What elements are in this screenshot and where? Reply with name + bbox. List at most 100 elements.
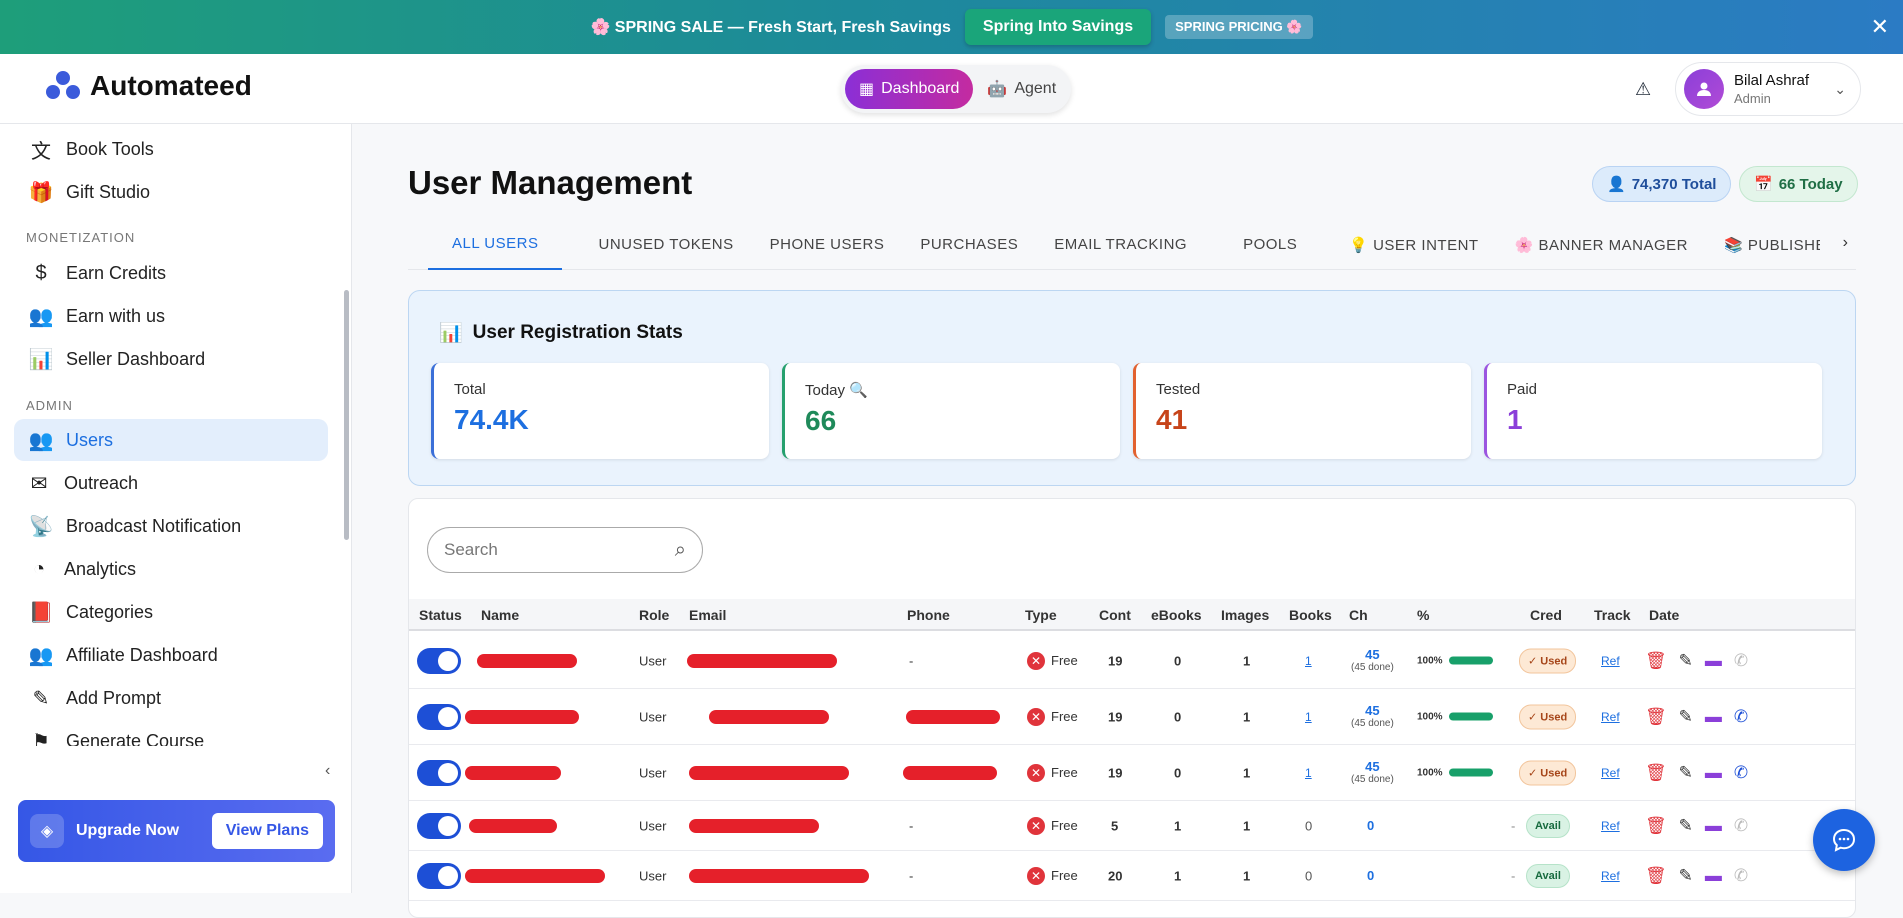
tab-all-users[interactable]: ALL USERS: [428, 220, 563, 270]
track-link[interactable]: Ref: [1601, 766, 1620, 780]
sidebar-item-affiliate[interactable]: 👥 Affiliate Dashboard: [14, 634, 328, 676]
trash-icon[interactable]: 🗑: [1645, 707, 1667, 727]
track-link[interactable]: Ref: [1601, 710, 1620, 724]
table-row: User - ✕ Free 19 0 1 1 45 (45 done) 100% ✓…: [409, 633, 1855, 689]
edit-icon[interactable]: ✎: [1679, 866, 1693, 886]
sidebar-item-gift-studio[interactable]: 🎁 Gift Studio: [14, 171, 328, 213]
edit-icon[interactable]: ✎: [1679, 816, 1693, 836]
col-ebooks[interactable]: eBooks: [1151, 607, 1202, 623]
books-link[interactable]: 1: [1305, 766, 1312, 780]
ch-cell[interactable]: 45 (45 done): [1351, 759, 1394, 787]
track-link[interactable]: Ref: [1601, 869, 1620, 883]
tab-email-tracking[interactable]: EMAIL TRACKING: [1054, 220, 1187, 270]
sidebar-scrollbar[interactable]: [344, 130, 349, 740]
tab-phone-users[interactable]: PHONE USERS: [770, 220, 885, 270]
col-name[interactable]: Name: [481, 607, 519, 623]
status-toggle[interactable]: [417, 812, 461, 839]
col-role[interactable]: Role: [639, 607, 669, 623]
name-redacted: [465, 765, 561, 780]
brand-logo[interactable]: Automateed: [46, 70, 252, 102]
tab-pools[interactable]: POOLS: [1243, 220, 1297, 270]
progress-cell: -: [1511, 818, 1516, 833]
tab-user-intent[interactable]: 💡 USER INTENT: [1349, 220, 1478, 270]
col-images[interactable]: Images: [1221, 607, 1269, 623]
col-cred[interactable]: Cred: [1530, 607, 1562, 623]
sidebar-item-earn-credits[interactable]: $ Earn Credits: [14, 252, 328, 294]
cred-badge: Avail: [1526, 863, 1570, 888]
view-plans-button[interactable]: View Plans: [211, 813, 323, 849]
phone-icon[interactable]: ✆: [1734, 763, 1748, 783]
sidebar-item-add-prompt[interactable]: ✎ Add Prompt: [14, 677, 328, 719]
col-cont[interactable]: Cont: [1099, 607, 1131, 623]
sidebar-item-label: Generate Course: [66, 730, 205, 747]
tab-agent[interactable]: 🤖 Agent: [973, 69, 1070, 109]
status-toggle[interactable]: [417, 759, 461, 786]
trash-icon[interactable]: 🗑: [1645, 763, 1667, 783]
trash-icon[interactable]: 🗑: [1645, 651, 1667, 671]
close-icon[interactable]: ✕: [1871, 14, 1889, 40]
col-date[interactable]: Date: [1649, 607, 1679, 623]
status-toggle[interactable]: [417, 703, 461, 730]
user-menu[interactable]: Bilal Ashraf Admin ⌄: [1675, 62, 1861, 116]
card-icon[interactable]: ▬: [1705, 866, 1722, 886]
sidebar-item-broadcast[interactable]: 📡 Broadcast Notification: [14, 505, 328, 547]
cont-cell: 19: [1108, 653, 1123, 668]
books-link[interactable]: 1: [1305, 710, 1312, 724]
tab-publisher[interactable]: 📚 PUBLISHEF: [1724, 220, 1820, 270]
col-status[interactable]: Status: [419, 607, 462, 623]
sidebar-item-generate-course[interactable]: ⚑ Generate Course: [14, 720, 328, 747]
track-link[interactable]: Ref: [1601, 654, 1620, 668]
warning-icon[interactable]: ⚠: [1635, 79, 1651, 100]
progress-cell: -: [1511, 868, 1516, 883]
track-link[interactable]: Ref: [1601, 819, 1620, 833]
trash-icon[interactable]: 🗑: [1645, 816, 1667, 836]
col-email[interactable]: Email: [689, 607, 726, 623]
sidebar-item-categories[interactable]: 📕 Categories: [14, 591, 328, 633]
col-percent[interactable]: %: [1417, 607, 1429, 623]
edit-icon[interactable]: ✎: [1679, 651, 1693, 671]
tab-purchases[interactable]: PURCHASES: [920, 220, 1018, 270]
ch-cell[interactable]: 0: [1367, 868, 1374, 884]
sidebar-item-earn-with-us[interactable]: 👥 Earn with us: [14, 295, 328, 337]
col-track[interactable]: Track: [1594, 607, 1631, 623]
tab-dashboard[interactable]: ▦ Dashboard: [845, 69, 974, 109]
spring-savings-button[interactable]: Spring Into Savings: [964, 9, 1152, 45]
edit-icon[interactable]: ✎: [1679, 707, 1693, 727]
tab-unused-tokens[interactable]: UNUSED TOKENS: [598, 220, 733, 270]
phone-icon[interactable]: ✆: [1734, 707, 1748, 727]
col-ch[interactable]: Ch: [1349, 607, 1368, 623]
col-phone[interactable]: Phone: [907, 607, 950, 623]
books-link[interactable]: 1: [1305, 654, 1312, 668]
brand-name: Automateed: [90, 70, 252, 101]
card-icon[interactable]: ▬: [1705, 707, 1722, 727]
phone-icon[interactable]: ✆: [1734, 866, 1748, 886]
sidebar-item-book-tools[interactable]: 文 Book Tools: [14, 128, 328, 170]
search-input[interactable]: Search ⌕: [427, 527, 703, 573]
collapse-icon[interactable]: ‹: [325, 762, 330, 780]
col-type[interactable]: Type: [1025, 607, 1057, 623]
ch-cell[interactable]: 45 (45 done): [1351, 703, 1394, 731]
ch-cell[interactable]: 0: [1367, 818, 1374, 834]
row-actions: 🗑 ✎ ▬ ✆: [1645, 707, 1748, 727]
chat-button[interactable]: [1813, 809, 1875, 871]
phone-icon[interactable]: ✆: [1734, 651, 1748, 671]
ebooks-cell: 1: [1174, 868, 1182, 883]
sidebar-item-users[interactable]: 👥 Users: [14, 419, 328, 461]
sidebar-item-analytics[interactable]: ◔ Analytics: [14, 548, 328, 590]
card-icon[interactable]: ▬: [1705, 651, 1722, 671]
trash-icon[interactable]: 🗑: [1645, 866, 1667, 886]
card-icon[interactable]: ▬: [1705, 763, 1722, 783]
status-toggle[interactable]: [417, 647, 461, 674]
tab-banner-manager[interactable]: 🌸 BANNER MANAGER: [1515, 220, 1688, 270]
sidebar-item-outreach[interactable]: ✉ Outreach: [14, 462, 328, 504]
status-toggle[interactable]: [417, 862, 461, 889]
ch-cell[interactable]: 45 (45 done): [1351, 647, 1394, 675]
chevron-right-icon[interactable]: ›: [1843, 234, 1848, 252]
col-books[interactable]: Books: [1289, 607, 1332, 623]
card-icon[interactable]: ▬: [1705, 816, 1722, 836]
phone-icon[interactable]: ✆: [1734, 816, 1748, 836]
search-icon[interactable]: ⌕: [675, 539, 686, 562]
sidebar-item-seller-dashboard[interactable]: 📊 Seller Dashboard: [14, 338, 328, 380]
upgrade-banner[interactable]: ◈ Upgrade Now View Plans: [18, 800, 335, 862]
edit-icon[interactable]: ✎: [1679, 763, 1693, 783]
